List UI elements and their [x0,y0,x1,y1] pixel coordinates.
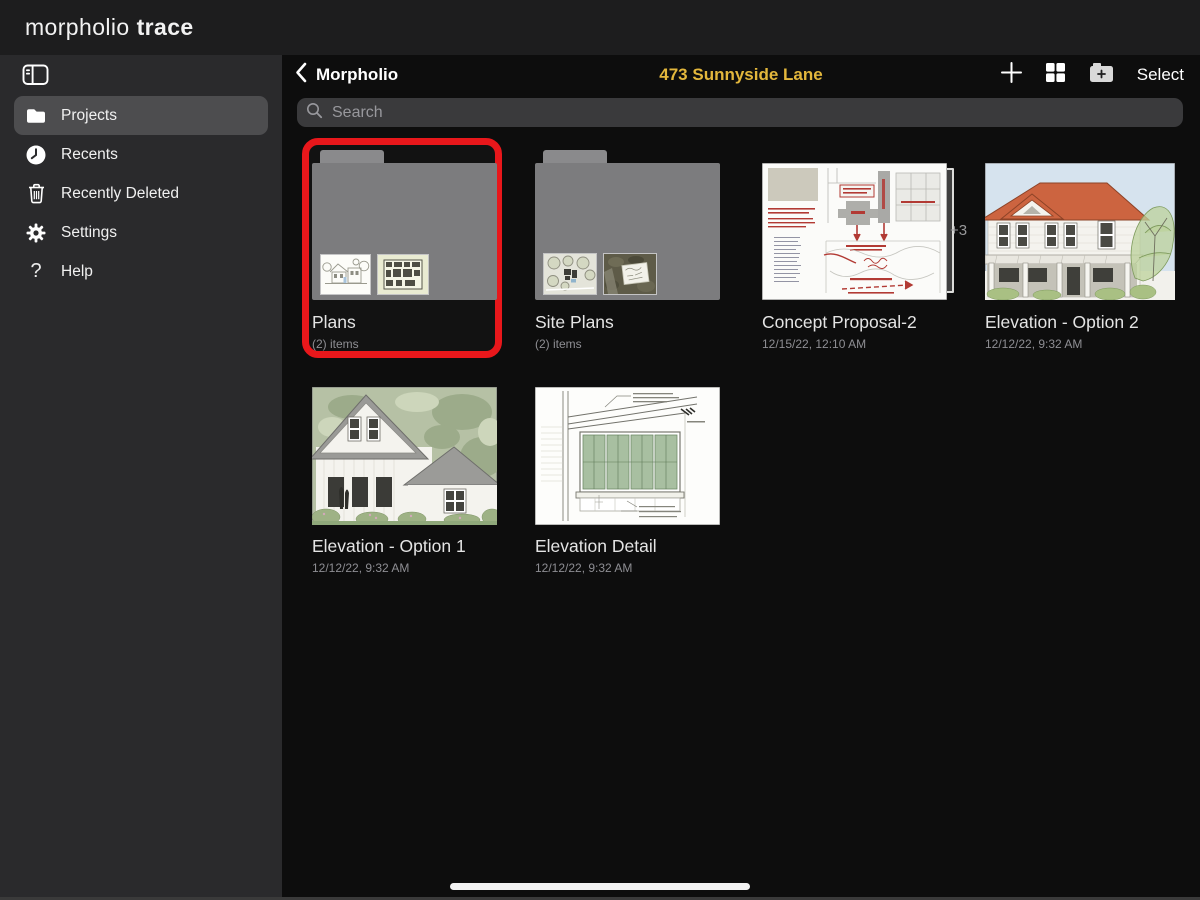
sidebar-toggle-button[interactable] [20,62,50,92]
main-header: Morpholio 473 Sunnyside Lane [282,55,1200,95]
add-button[interactable] [1000,61,1023,89]
back-button[interactable]: Morpholio [295,55,398,95]
item-title: Site Plans [535,313,720,332]
document-thumbnail [535,374,720,524]
search-icon [306,102,323,124]
grid-item-elevation-option-2[interactable]: Elevation - Option 2 12/12/22, 9:32 AM [985,150,1170,351]
elevation-option-2-image [985,163,1175,300]
item-title: Elevation - Option 2 [985,313,1170,332]
app-logo: morpholio trace [25,14,194,41]
item-timestamp: 12/12/22, 9:32 AM [535,561,720,575]
sidebar-item-help[interactable]: ? Help [14,252,268,291]
top-bar: morpholio trace [0,0,1200,55]
sidebar: Projects Recents [0,55,282,900]
item-title: Elevation Detail [535,537,720,556]
clock-icon [24,143,48,167]
folder-preview-thumbs [321,255,428,294]
item-count: (2) items [312,337,497,351]
add-icon [1000,61,1023,89]
item-title: Plans [312,313,497,332]
item-title: Concept Proposal-2 [762,313,947,332]
folder-thumbnail [312,150,497,300]
concept-proposal-page [762,163,947,300]
mini-thumb-aerial-photo [604,254,656,294]
item-count: (2) items [535,337,720,351]
folder-preview-thumbs [544,254,656,294]
more-pages-badge: +3 [950,222,967,239]
question-icon: ? [24,260,48,284]
item-timestamp: 12/15/22, 12:10 AM [762,337,947,351]
sidebar-nav: Projects Recents [0,96,282,291]
folder-tab [320,150,384,164]
grid-item-site-plans[interactable]: Site Plans (2) items [535,150,720,351]
new-folder-icon [1088,61,1115,89]
grid-view-button[interactable] [1045,62,1066,88]
panel-toggle-icon [22,61,49,93]
new-folder-button[interactable] [1088,61,1115,89]
grid-item-elevation-option-1[interactable]: Elevation - Option 1 12/12/22, 9:32 AM [312,374,497,575]
grid-view-icon [1045,62,1066,88]
folder-body [535,163,720,300]
app-window: morpholio trace Projects [0,0,1200,900]
sidebar-item-label: Help [61,263,93,281]
chevron-left-icon [295,62,307,88]
home-indicator[interactable] [450,883,750,890]
document-thumbnail [762,150,947,300]
item-timestamp: 12/12/22, 9:32 AM [312,561,497,575]
folder-tab [543,150,607,164]
gear-icon [24,221,48,245]
folder-body [312,163,497,300]
search-bar[interactable] [297,98,1183,127]
sidebar-item-settings[interactable]: Settings [14,213,268,252]
sidebar-item-label: Settings [61,224,117,242]
logo-secondary: trace [137,14,194,40]
folder-thumbnail [535,150,720,300]
document-thumbnail [985,150,1170,300]
grid-item-concept-proposal[interactable]: Concept Proposal-2 12/15/22, 12:10 AM [762,150,947,351]
main-content: Morpholio 473 Sunnyside Lane [282,55,1200,900]
folder-icon [24,104,48,128]
grid-item-plans[interactable]: Plans (2) items [312,150,497,351]
item-timestamp: 12/12/22, 9:32 AM [985,337,1170,351]
mini-thumb-floor-plan [378,255,428,294]
select-button[interactable]: Select [1137,65,1184,85]
header-actions: Select [1000,55,1184,95]
sidebar-item-label: Recents [61,146,118,164]
grid-item-elevation-detail[interactable]: Elevation Detail 12/12/22, 9:32 AM [535,374,720,575]
sidebar-item-recents[interactable]: Recents [14,135,268,174]
search-input[interactable] [330,103,1174,123]
back-label: Morpholio [316,65,398,85]
mini-thumb-site-plan-sketch [544,254,596,294]
logo-primary: morpholio [25,14,130,40]
elevation-option-1-image [312,387,497,525]
elevation-detail-image [535,387,720,525]
sidebar-item-label: Recently Deleted [61,185,179,203]
sidebar-item-label: Projects [61,107,117,125]
sidebar-item-projects[interactable]: Projects [14,96,268,135]
sidebar-item-recently-deleted[interactable]: Recently Deleted [14,174,268,213]
item-title: Elevation - Option 1 [312,537,497,556]
mini-thumb-elevation-sketch [321,255,370,294]
document-thumbnail [312,374,497,524]
trash-icon [24,182,48,206]
